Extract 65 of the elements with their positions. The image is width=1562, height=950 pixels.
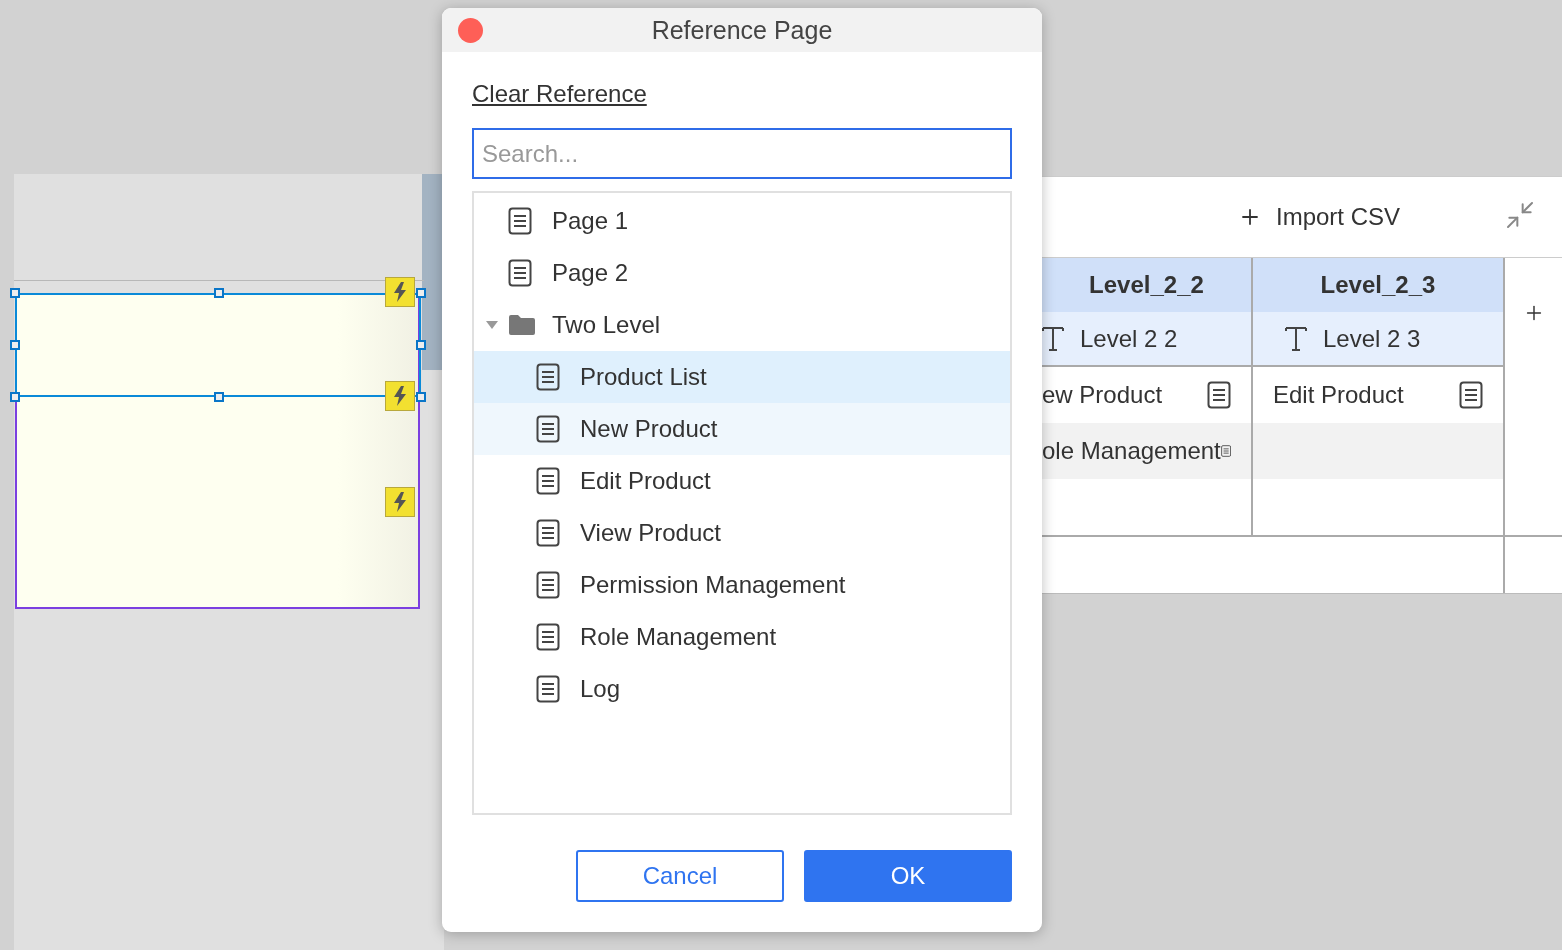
tree-item[interactable]: Two Level	[474, 299, 1010, 351]
page-icon	[536, 623, 560, 651]
lightning-icon	[392, 492, 408, 512]
cell-text: ew Product	[1042, 381, 1163, 409]
column-header: Level_2_3	[1253, 258, 1505, 312]
tree-item-label: View Product	[580, 519, 721, 547]
tree-item[interactable]: Role Management	[474, 611, 1010, 663]
page-icon	[536, 571, 560, 599]
resize-handle[interactable]	[214, 392, 224, 402]
search-field[interactable]: Search...	[472, 128, 1012, 179]
page-icon	[536, 519, 560, 547]
folder-icon	[508, 314, 536, 336]
tree-item[interactable]: Product List	[474, 351, 1010, 403]
resize-handle[interactable]	[416, 392, 426, 402]
page-icon	[508, 259, 532, 287]
tree-item-label: Permission Management	[580, 571, 846, 599]
caret-icon[interactable]	[486, 320, 498, 330]
canvas-widget[interactable]	[15, 293, 420, 609]
tree-item-label: Two Level	[552, 311, 661, 339]
resize-handle[interactable]	[10, 340, 20, 350]
text-type-icon	[1042, 325, 1064, 352]
cell-text: ole Management	[1042, 437, 1221, 465]
tree-item[interactable]: Edit Product	[474, 455, 1010, 507]
dialog-title: Reference Page	[651, 15, 833, 45]
field-label: Level 2 2	[1080, 324, 1178, 353]
tree-item[interactable]: Page 2	[474, 247, 1010, 299]
lightning-icon	[392, 282, 408, 302]
tree-item-label: New Product	[580, 415, 718, 443]
tree-item-label: Edit Product	[580, 467, 711, 495]
column-header: Level_2_2	[1042, 258, 1253, 312]
resize-handle[interactable]	[214, 288, 224, 298]
resize-handle[interactable]	[416, 340, 426, 350]
clear-reference-link[interactable]: Clear Reference	[472, 80, 647, 108]
resize-handle[interactable]	[416, 288, 426, 298]
page-link-icon	[1459, 381, 1483, 409]
text-type-icon	[1285, 325, 1307, 352]
tree-item-label: Page 2	[552, 259, 629, 287]
event-badge[interactable]	[385, 487, 415, 517]
tree-item[interactable]: Page 1	[474, 195, 1010, 247]
cell-text: Edit Product	[1273, 381, 1404, 409]
tree-item-label: Role Management	[580, 623, 777, 651]
event-badge[interactable]	[385, 381, 415, 411]
tree-item[interactable]: New Product	[474, 403, 1010, 455]
field-label: Level 2 3	[1323, 324, 1421, 353]
tree-item[interactable]: Permission Management	[474, 559, 1010, 611]
close-button[interactable]	[458, 18, 483, 43]
collapse-icon[interactable]	[1504, 199, 1536, 231]
page-link-icon	[1207, 381, 1231, 409]
cancel-button[interactable]: Cancel	[576, 850, 784, 902]
resize-handle[interactable]	[10, 392, 20, 402]
import-csv-button[interactable]: Import CSV	[1234, 199, 1405, 235]
tree-item-label: Product List	[580, 363, 707, 391]
page-icon	[508, 207, 532, 235]
tree-item-label: Log	[580, 675, 621, 703]
tree-item[interactable]: Log	[474, 663, 1010, 715]
tree-item-label: Page 1	[552, 207, 629, 235]
page-icon	[536, 363, 560, 391]
lightning-icon	[392, 386, 408, 406]
resize-handle[interactable]	[10, 288, 20, 298]
page-icon	[536, 467, 560, 495]
event-badge[interactable]	[385, 277, 415, 307]
page-icon	[536, 675, 560, 703]
ok-button[interactable]: OK	[804, 850, 1012, 902]
tree-item[interactable]: View Product	[474, 507, 1010, 559]
page-icon	[536, 415, 560, 443]
